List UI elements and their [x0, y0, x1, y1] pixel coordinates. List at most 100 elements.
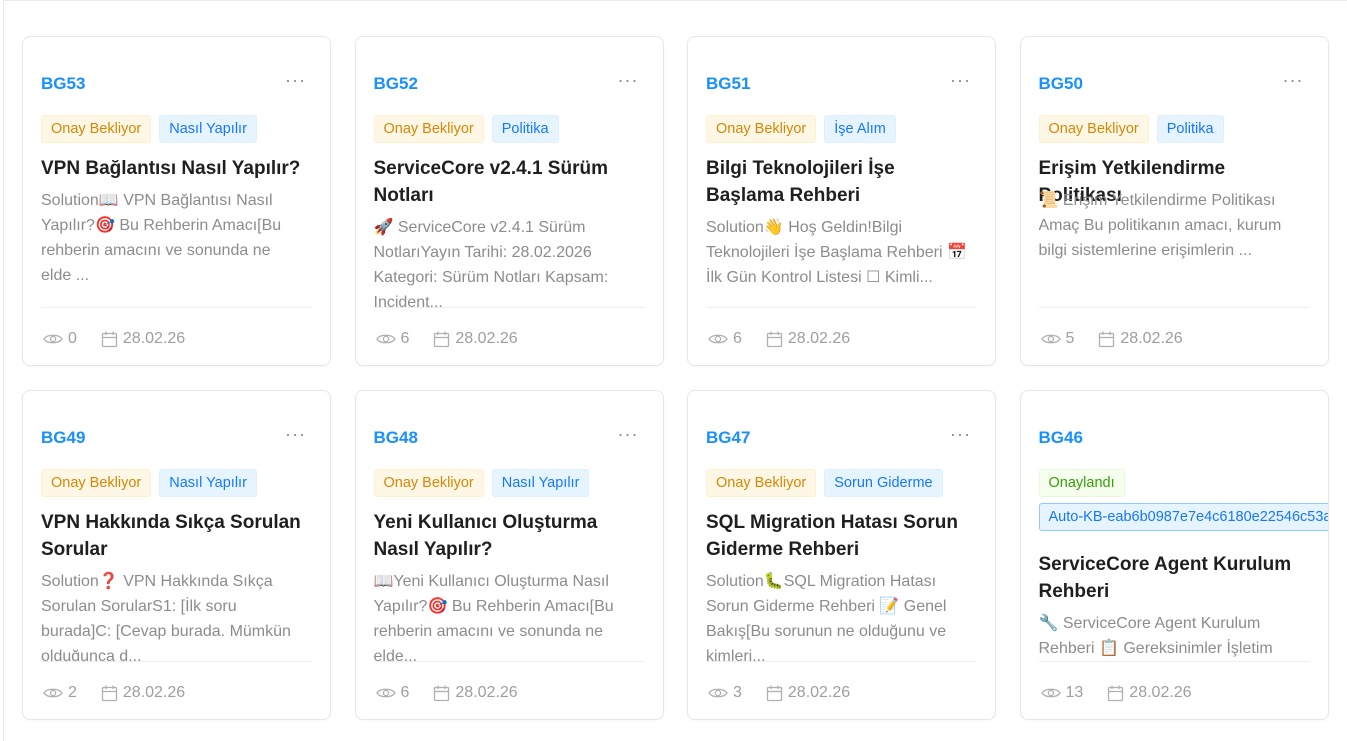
- card-header: BG46: [1039, 426, 1310, 450]
- tag-list: Onaylandı Auto-KB-eab6b0987e7e4c6180e225…: [1038, 469, 1328, 539]
- article-card[interactable]: BG47 ··· Onay Bekliyor Sorun Giderme SQL…: [687, 390, 996, 720]
- category-tag: Nasıl Yapılır: [491, 469, 590, 497]
- article-card[interactable]: BG52 ··· Onay Bekliyor Politika ServiceC…: [354, 36, 664, 366]
- calendar-icon: [101, 331, 118, 347]
- created-date-value: 28.02.26: [1129, 684, 1192, 701]
- article-card[interactable]: BG48 ··· Onay Bekliyor Nasıl Yapılır Yen…: [354, 390, 664, 720]
- view-count: 0: [43, 330, 77, 348]
- created-date-value: 28.02.26: [122, 330, 186, 347]
- article-code[interactable]: BG49: [41, 426, 85, 450]
- category-tag: Politika: [491, 115, 559, 143]
- calendar-icon: [434, 685, 450, 701]
- view-count-value: 6: [733, 330, 742, 347]
- created-date: 28.02.26: [433, 330, 518, 348]
- calendar-icon: [766, 331, 783, 347]
- article-excerpt: 🚀 ServiceCore v2.4.1 Sürüm NotlarıYayın …: [373, 219, 609, 307]
- eye-icon: [375, 688, 396, 698]
- article-code[interactable]: BG52: [374, 72, 418, 96]
- calendar-icon: [766, 685, 783, 701]
- card-header: BG47 ···: [706, 424, 977, 450]
- tag-list: Onay Bekliyor Nasıl Yapılır: [373, 469, 663, 499]
- tag-list: Onay Bekliyor İşe Alım: [706, 115, 995, 145]
- created-date: 28.02.26: [766, 330, 850, 348]
- view-count: 6: [375, 684, 410, 702]
- tag-list: Onay Bekliyor Sorun Giderme: [706, 469, 995, 499]
- created-date: 28.02.26: [1098, 330, 1183, 348]
- category-tag: Sorun Giderme: [824, 469, 943, 497]
- article-excerpt: 📜 Erişim Yetkilendirme Politikası Amaç B…: [1038, 192, 1282, 259]
- status-tag: Onay Bekliyor: [373, 469, 484, 497]
- eye-icon: [708, 334, 728, 344]
- card-divider: [706, 661, 977, 662]
- created-date: 28.02.26: [766, 684, 850, 702]
- view-count: 5: [1040, 330, 1074, 348]
- view-count-value: 6: [400, 684, 410, 701]
- more-options-icon[interactable]: ···: [618, 68, 639, 92]
- created-date: 28.02.26: [101, 330, 185, 348]
- status-tag: Onay Bekliyor: [373, 115, 484, 143]
- card-footer: 0 28.02.26: [43, 327, 209, 351]
- view-count: 6: [375, 330, 410, 348]
- card-divider: [41, 307, 312, 308]
- card-footer: 6 28.02.26: [708, 327, 874, 351]
- article-code[interactable]: BG53: [41, 72, 85, 96]
- article-excerpt: Solution❓ VPN Hakkında Sıkça Sorulan Sor…: [41, 573, 291, 661]
- card-divider: [1038, 307, 1310, 308]
- created-date-value: 28.02.26: [455, 330, 518, 347]
- view-count-value: 3: [733, 684, 742, 701]
- tag-list: Onay Bekliyor Nasıl Yapılır: [41, 115, 330, 145]
- article-code[interactable]: BG51: [706, 72, 750, 96]
- calendar-icon: [1108, 685, 1124, 701]
- article-card[interactable]: BG51 ··· Onay Bekliyor İşe Alım Bilgi Te…: [687, 36, 996, 366]
- article-title[interactable]: ServiceCore v2.4.1 Sürüm Notları: [374, 155, 645, 209]
- article-grid: BG53 ··· Onay Bekliyor Nasıl Yapılır VPN…: [22, 36, 1329, 720]
- calendar-icon: [434, 331, 450, 347]
- card-divider: [373, 661, 645, 662]
- article-excerpt: 🔧 ServiceCore Agent Kurulum Rehberi 📋 Ge…: [1038, 615, 1273, 657]
- eye-icon: [708, 688, 728, 698]
- card-footer: 6 28.02.26: [375, 327, 542, 351]
- more-options-icon[interactable]: ···: [950, 422, 971, 446]
- card-divider: [1038, 661, 1310, 662]
- eye-icon: [43, 334, 63, 344]
- article-card[interactable]: BG46 Onaylandı Auto-KB-eab6b0987e7e4c618…: [1019, 390, 1329, 720]
- view-count: 13: [1040, 684, 1083, 702]
- status-tag: Onay Bekliyor: [706, 115, 817, 143]
- article-title[interactable]: VPN Hakkında Sıkça Sorulan Sorular: [41, 509, 312, 563]
- status-tag: Onay Bekliyor: [1038, 115, 1149, 143]
- card-footer: 6 28.02.26: [375, 681, 542, 705]
- article-title[interactable]: Yeni Kullanıcı Oluşturma Nasıl Yapılır?: [374, 509, 645, 563]
- card-footer: 5 28.02.26: [1040, 327, 1207, 351]
- more-options-icon[interactable]: ···: [950, 68, 971, 92]
- article-title[interactable]: VPN Bağlantısı Nasıl Yapılır?: [41, 155, 312, 182]
- more-options-icon[interactable]: ···: [618, 422, 639, 446]
- created-date-value: 28.02.26: [1120, 330, 1183, 347]
- more-options-icon[interactable]: ···: [1283, 68, 1304, 92]
- article-card[interactable]: BG53 ··· Onay Bekliyor Nasıl Yapılır VPN…: [22, 36, 331, 366]
- tag-list: Onay Bekliyor Nasıl Yapılır: [41, 469, 330, 499]
- article-card[interactable]: BG50 ··· Onay Bekliyor Politika Erişim Y…: [1019, 36, 1329, 366]
- category-tag: Nasıl Yapılır: [159, 115, 257, 143]
- eye-icon: [43, 688, 63, 698]
- view-count-value: 6: [400, 330, 410, 347]
- article-excerpt: Solution👋 Hoş Geldin!Bilgi Teknolojileri…: [706, 219, 967, 286]
- created-date: 28.02.26: [101, 684, 185, 702]
- created-date-value: 28.02.26: [122, 684, 186, 701]
- article-excerpt: 📖Yeni Kullanıcı Oluşturma Nasıl Yapılır?…: [373, 573, 614, 661]
- article-title[interactable]: Bilgi Teknolojileri İşe Başlama Rehberi: [706, 155, 977, 209]
- category-tag: Politika: [1156, 115, 1224, 143]
- status-tag: Onay Bekliyor: [41, 469, 152, 497]
- article-code[interactable]: BG50: [1039, 72, 1083, 96]
- article-title[interactable]: ServiceCore Agent Kurulum Rehberi: [1039, 551, 1310, 605]
- article-code[interactable]: BG48: [374, 426, 418, 450]
- view-count-value: 0: [68, 330, 77, 347]
- article-title[interactable]: SQL Migration Hatası Sorun Giderme Rehbe…: [706, 509, 977, 563]
- created-date-value: 28.02.26: [787, 330, 851, 347]
- category-tag: İşe Alım: [824, 115, 896, 143]
- more-options-icon[interactable]: ···: [285, 422, 306, 446]
- article-card[interactable]: BG49 ··· Onay Bekliyor Nasıl Yapılır VPN…: [22, 390, 331, 720]
- card-divider: [41, 661, 312, 662]
- article-code[interactable]: BG47: [706, 426, 750, 450]
- article-code[interactable]: BG46: [1039, 426, 1083, 450]
- more-options-icon[interactable]: ···: [285, 68, 306, 92]
